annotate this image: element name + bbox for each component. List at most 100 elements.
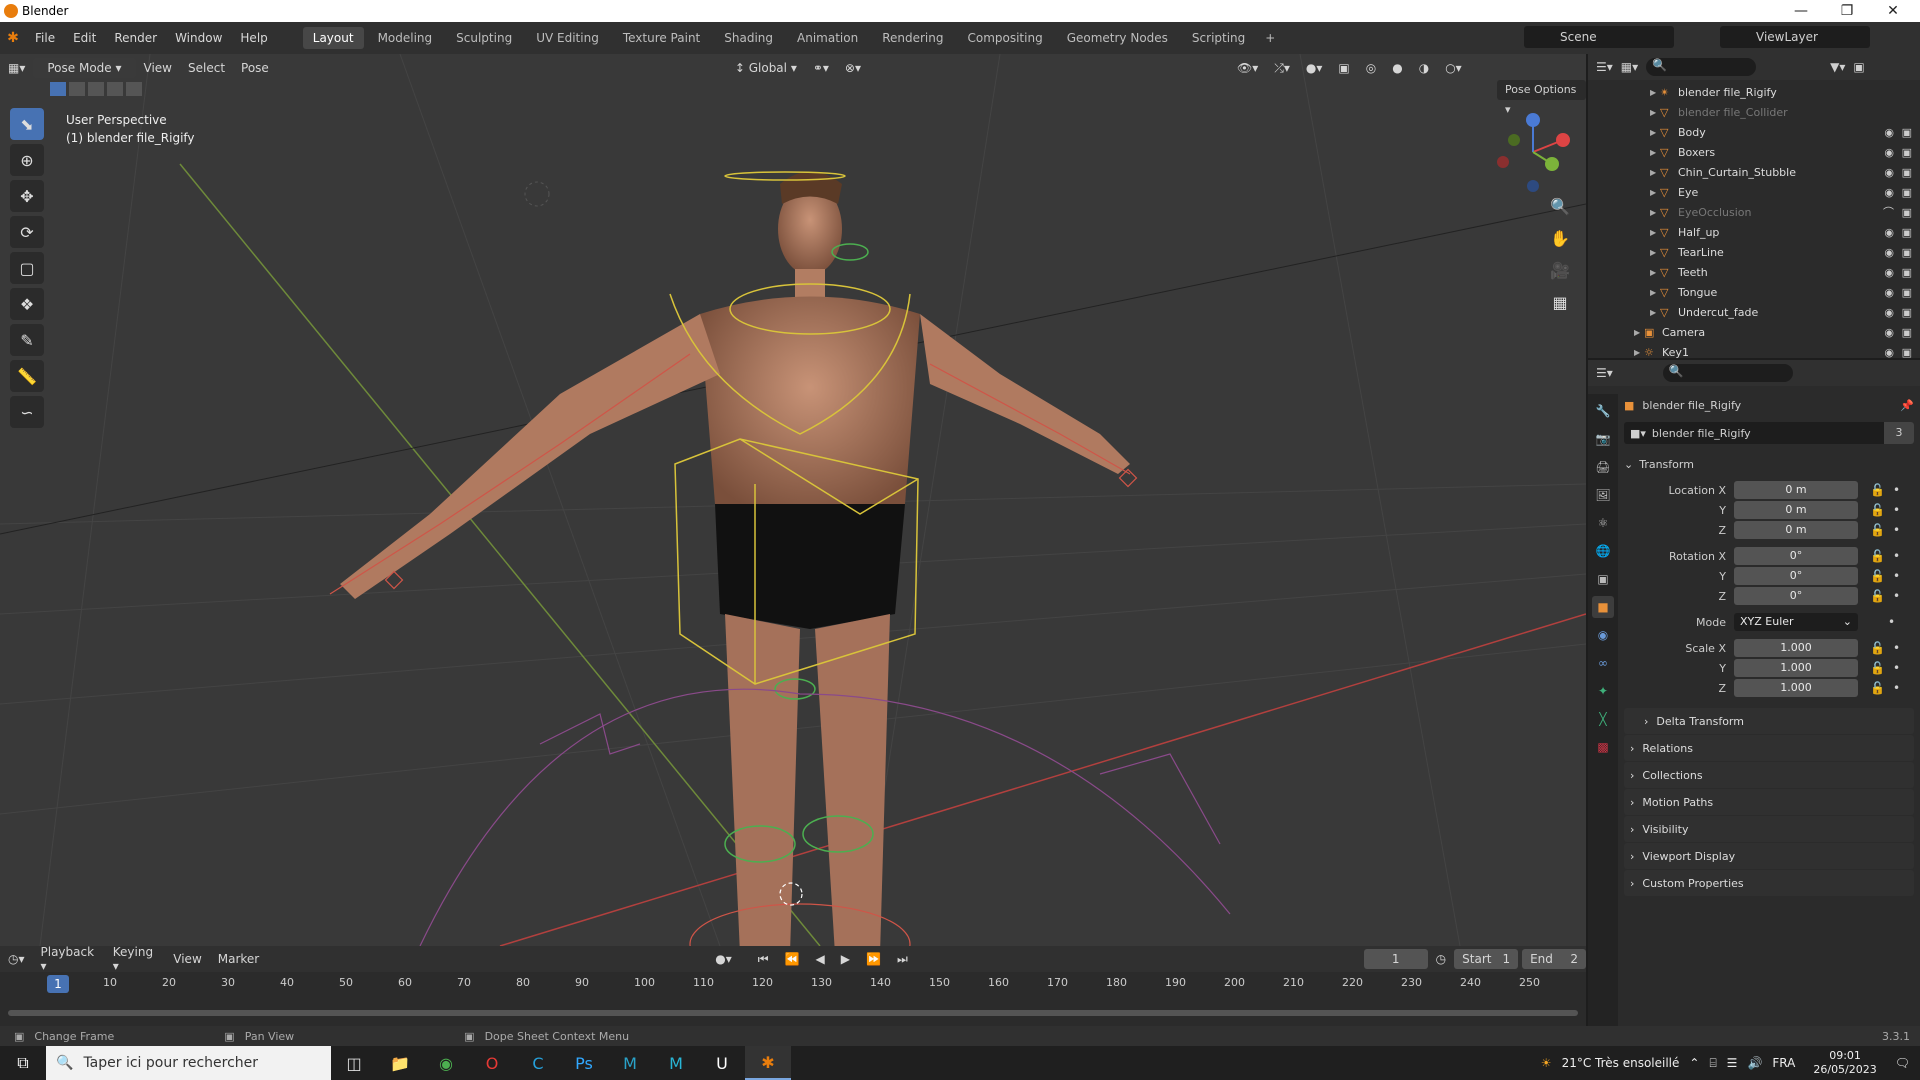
- wifi-icon[interactable]: ☰: [1727, 1056, 1738, 1070]
- output-tab-icon[interactable]: 🖨: [1592, 456, 1614, 478]
- current-frame-field[interactable]: 1: [1363, 949, 1428, 969]
- end-frame-field[interactable]: End 2: [1522, 949, 1586, 969]
- rotation-y-field[interactable]: 0°: [1734, 567, 1858, 585]
- keyframe-dot-icon[interactable]: •: [1893, 483, 1900, 497]
- file-explorer-icon[interactable]: 📁: [377, 1046, 423, 1080]
- expand-arrow-icon[interactable]: ▶: [1650, 268, 1660, 277]
- select-new-icon[interactable]: [50, 82, 66, 96]
- keyframe-dot-icon[interactable]: •: [1893, 523, 1900, 537]
- xray-toggle-icon[interactable]: ▣: [1330, 58, 1357, 78]
- outliner-item[interactable]: ▶ ▽ Body ◉ ▣: [1588, 122, 1920, 142]
- render-camera-icon[interactable]: ▣: [1902, 266, 1912, 279]
- timeline-view-menu[interactable]: View: [165, 949, 209, 969]
- transform-tool-icon[interactable]: ❖: [10, 288, 44, 320]
- outliner-item[interactable]: ▶ ✴ blender file_Rigify: [1588, 82, 1920, 102]
- tab-sculpting[interactable]: Sculpting: [446, 27, 522, 49]
- pose-tool-icon[interactable]: ∽: [10, 396, 44, 428]
- keyframe-dot-icon[interactable]: •: [1888, 615, 1895, 629]
- render-camera-icon[interactable]: ▣: [1902, 246, 1912, 259]
- expand-arrow-icon[interactable]: ▶: [1650, 288, 1660, 297]
- location-x-field[interactable]: 0 m: [1734, 481, 1858, 499]
- view-layer-tab-icon[interactable]: 🖼: [1592, 484, 1614, 506]
- visibility-eye-icon[interactable]: ◉: [1884, 246, 1894, 259]
- panel-viewport-display[interactable]: › Viewport Display: [1624, 843, 1914, 869]
- visibility-eye-icon[interactable]: ⌒: [1883, 204, 1894, 220]
- panel-custom-properties[interactable]: › Custom Properties: [1624, 870, 1914, 896]
- modifiers-tab-icon[interactable]: ◉: [1592, 624, 1614, 646]
- scene-selector[interactable]: Scene: [1524, 26, 1674, 48]
- pivot-icon[interactable]: ⚭▾: [805, 58, 837, 78]
- outliner-search-input[interactable]: 🔍: [1646, 58, 1757, 76]
- lock-icon[interactable]: 🔓: [1870, 641, 1885, 655]
- play-reverse-icon[interactable]: ◀: [808, 949, 833, 969]
- add-workspace-button[interactable]: +: [1255, 27, 1285, 49]
- outliner-item[interactable]: ▶ ▣ Camera ◉ ▣: [1588, 322, 1920, 342]
- location-z-field[interactable]: 0 m: [1734, 521, 1858, 539]
- datablock-browse-icon[interactable]: ■▾: [1624, 427, 1652, 440]
- minimize-button[interactable]: —: [1778, 0, 1824, 22]
- gizmo-toggle-icon[interactable]: ⤮▾: [1266, 58, 1298, 79]
- frame-ruler[interactable]: 1 10 20 30 40 50 60 70 80 90 100 110 120 130 140 150 16…: [0, 972, 1586, 996]
- keyframe-dot-icon[interactable]: •: [1893, 641, 1900, 655]
- scale-y-field[interactable]: 1.000: [1734, 659, 1858, 677]
- collection-tab-icon[interactable]: ▣: [1592, 568, 1614, 590]
- select-subtract-icon[interactable]: [88, 82, 104, 96]
- keyframe-dot-icon[interactable]: •: [1893, 661, 1900, 675]
- tab-modeling[interactable]: Modeling: [368, 27, 443, 49]
- blender-menu-icon[interactable]: ✱: [0, 30, 26, 46]
- tab-geometry-nodes[interactable]: Geometry Nodes: [1057, 27, 1178, 49]
- outliner-item[interactable]: ▶ ▽ Boxers ◉ ▣: [1588, 142, 1920, 162]
- visibility-eye-icon[interactable]: ◉: [1884, 146, 1894, 159]
- visibility-eye-icon[interactable]: ◉: [1884, 306, 1894, 319]
- filter-icon[interactable]: ▼▾: [1830, 60, 1845, 74]
- outliner-item[interactable]: ▶ ▽ Chin_Curtain_Stubble ◉ ▣: [1588, 162, 1920, 182]
- chevron-up-icon[interactable]: ⌃: [1689, 1056, 1699, 1070]
- outliner-item[interactable]: ▶ ▽ EyeOcclusion ⌒ ▣: [1588, 202, 1920, 222]
- chrome-icon[interactable]: ◉: [423, 1046, 469, 1080]
- weather-sun-icon[interactable]: ☀: [1541, 1056, 1552, 1070]
- world-tab-icon[interactable]: 🌐: [1592, 540, 1614, 562]
- jump-keyframe-forward-icon[interactable]: ⏩: [858, 949, 889, 969]
- visibility-eye-icon[interactable]: ◉: [1884, 226, 1894, 239]
- new-collection-icon[interactable]: ▣: [1853, 60, 1864, 74]
- datablock-selector[interactable]: ■▾ blender file_Rigify 3: [1624, 422, 1914, 444]
- opera-icon[interactable]: O: [469, 1046, 515, 1080]
- visibility-icon[interactable]: 👁▾: [1229, 58, 1266, 78]
- move-tool-icon[interactable]: ✥: [10, 180, 44, 212]
- texture-tab-icon[interactable]: ▩: [1592, 736, 1614, 758]
- tool-tab-icon[interactable]: 🔧: [1592, 400, 1614, 422]
- panel-visibility[interactable]: › Visibility: [1624, 816, 1914, 842]
- bone-tab-icon[interactable]: ╳: [1592, 708, 1614, 730]
- pan-hand-icon[interactable]: ✋: [1546, 224, 1574, 252]
- panel-collections[interactable]: › Collections: [1624, 762, 1914, 788]
- visibility-eye-icon[interactable]: ◉: [1884, 166, 1894, 179]
- network-icon[interactable]: ⌸: [1709, 1056, 1716, 1071]
- outliner-item[interactable]: ▶ ▽ Eye ◉ ▣: [1588, 182, 1920, 202]
- render-camera-icon[interactable]: ▣: [1902, 346, 1912, 359]
- keyframe-dot-icon[interactable]: •: [1893, 503, 1900, 517]
- constraints-tab-icon[interactable]: ∞: [1592, 652, 1614, 674]
- expand-arrow-icon[interactable]: ▶: [1650, 108, 1660, 117]
- shading-wireframe-icon[interactable]: ◎: [1358, 58, 1384, 78]
- clock[interactable]: 09:01 26/05/2023: [1813, 1049, 1876, 1077]
- pose-menu[interactable]: Pose: [233, 58, 277, 78]
- tab-uv-editing[interactable]: UV Editing: [526, 27, 609, 49]
- windows-start-icon[interactable]: ⧉: [0, 1046, 46, 1080]
- character-model[interactable]: [340, 171, 1130, 947]
- tab-texture-paint[interactable]: Texture Paint: [613, 27, 710, 49]
- keyframe-dot-icon[interactable]: •: [1893, 549, 1900, 563]
- close-button[interactable]: ✕: [1870, 0, 1916, 22]
- visibility-eye-icon[interactable]: ◉: [1884, 346, 1894, 359]
- panel-relations[interactable]: › Relations: [1624, 735, 1914, 761]
- outliner-editor-icon[interactable]: ☰▾: [1596, 60, 1613, 74]
- annotate-tool-icon[interactable]: ✎: [10, 324, 44, 356]
- scale-x-field[interactable]: 1.000: [1734, 639, 1858, 657]
- render-camera-icon[interactable]: ▣: [1902, 326, 1912, 339]
- blender-taskbar-icon[interactable]: ✱: [745, 1046, 791, 1080]
- visibility-eye-icon[interactable]: ◉: [1884, 286, 1894, 299]
- preview-range-icon[interactable]: ◷: [1428, 949, 1454, 969]
- shading-rendered-icon[interactable]: ○▾: [1437, 58, 1470, 78]
- menu-window[interactable]: Window: [166, 31, 231, 45]
- select-extend-icon[interactable]: [69, 82, 85, 96]
- language-indicator[interactable]: FRA: [1772, 1056, 1795, 1070]
